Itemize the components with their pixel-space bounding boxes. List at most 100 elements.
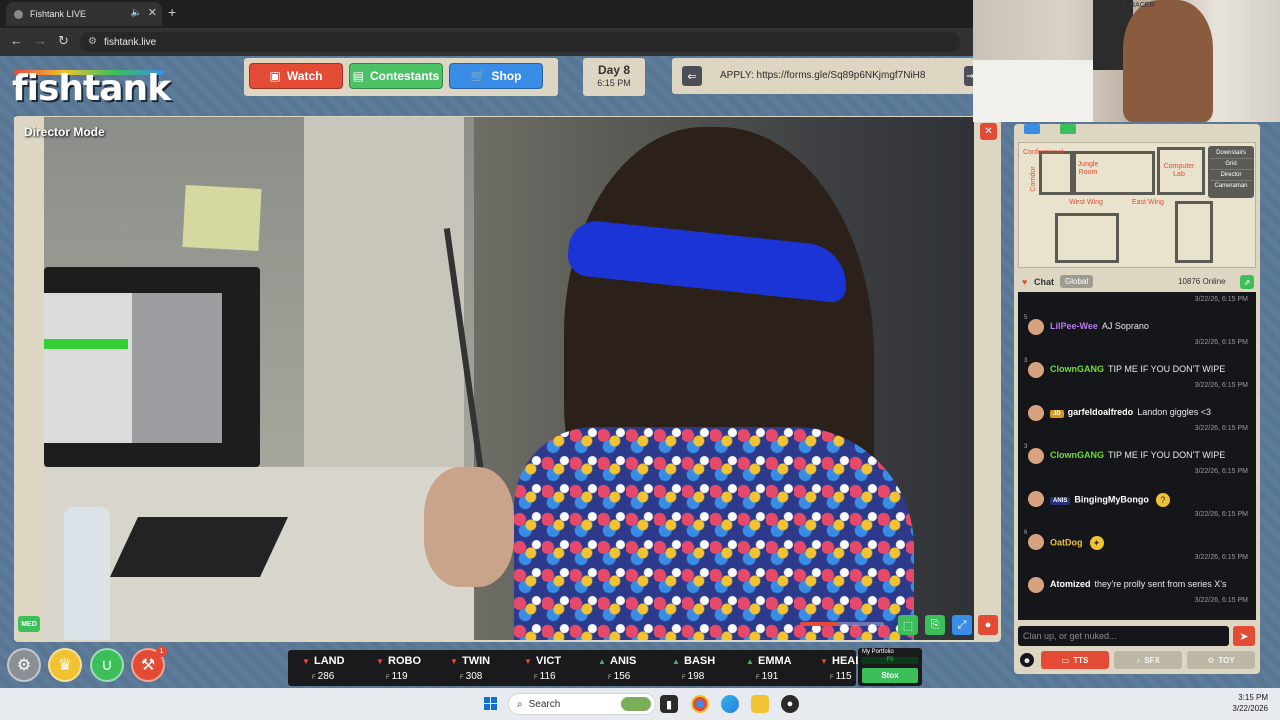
contestants-button[interactable]: ▤ Contestants bbox=[349, 63, 443, 89]
avatar[interactable] bbox=[1028, 534, 1044, 550]
stox-button[interactable]: Stox bbox=[862, 668, 918, 683]
map-room-east-wing[interactable] bbox=[1175, 201, 1213, 263]
watch-button[interactable]: ▣ Watch bbox=[249, 63, 343, 89]
send-icon[interactable]: ➤ bbox=[1233, 626, 1255, 646]
map-view-menu: Downstairs Grid Director Cameraman bbox=[1208, 146, 1254, 198]
avatar[interactable] bbox=[1028, 405, 1044, 421]
fishtank-logo[interactable]: fishtank bbox=[12, 68, 171, 109]
chat-message[interactable]: 3 ClownGANG TIP ME IF YOU DON'T WIPE 3/22/2… bbox=[1018, 442, 1256, 485]
back-arrow-icon[interactable]: ← bbox=[10, 33, 23, 48]
username[interactable]: LilPee-Wee bbox=[1050, 321, 1098, 331]
chat-expand-icon[interactable]: ⇗ bbox=[1240, 275, 1254, 289]
chat-message[interactable]: ANIS BingingMyBongo? 3/22/26, 6:15 PM bbox=[1018, 485, 1256, 528]
stock-anis[interactable]: ▲ ANIS F 156 bbox=[598, 653, 668, 685]
chat-input[interactable] bbox=[1018, 626, 1229, 646]
crown-button[interactable]: ♛ bbox=[48, 648, 82, 682]
close-player-button[interactable]: ✕ bbox=[980, 123, 997, 140]
username[interactable]: ClownGANG bbox=[1050, 364, 1104, 374]
system-clock[interactable]: 3:15 PM 3/22/2026 bbox=[1232, 692, 1268, 714]
username[interactable]: garfeldoalfredo bbox=[1068, 407, 1134, 417]
stock-price-wrap: F 119 bbox=[386, 671, 408, 682]
stock-land[interactable]: ▼ LAND F 286 bbox=[302, 653, 372, 685]
reload-icon[interactable]: ↻ bbox=[58, 33, 69, 49]
main-nav: ▣ Watch ▤ Contestants 🛒 Shop bbox=[244, 58, 558, 96]
map-option-downstairs[interactable]: Downstairs bbox=[1210, 148, 1252, 159]
url-field[interactable]: ⚙ fishtank.live bbox=[80, 32, 960, 52]
chat-message[interactable]: 6 OatDog ✦ 3/22/26, 6:15 PM bbox=[1018, 528, 1256, 571]
chat-message[interactable]: 5 LilPee-Wee AJ Soprano 3/22/26, 6:15 PM bbox=[1018, 313, 1256, 356]
live-video-feed[interactable] bbox=[44, 117, 974, 640]
app-icon[interactable]: ● bbox=[781, 695, 799, 713]
map-option-cameraman[interactable]: Cameraman bbox=[1210, 181, 1252, 192]
chat-message[interactable]: 3 ClownGANG TIP ME IF YOU DON'T WIPE 3/22/2… bbox=[1018, 356, 1256, 399]
shop-button[interactable]: 🛒 Shop bbox=[449, 63, 543, 89]
scene-monitor-panel bbox=[132, 293, 222, 443]
people-icon: ▤ bbox=[352, 69, 364, 83]
volume-slider[interactable] bbox=[800, 622, 884, 626]
forward-arrow-icon[interactable]: → bbox=[34, 33, 47, 48]
search-icon: ⌕ bbox=[517, 698, 523, 710]
cast-icon[interactable]: ⎘ bbox=[925, 615, 945, 635]
map-room-corridor[interactable] bbox=[1039, 151, 1073, 195]
chrome-icon[interactable] bbox=[691, 695, 709, 713]
username[interactable]: OatDog bbox=[1050, 537, 1083, 547]
avatar[interactable] bbox=[1028, 319, 1044, 335]
emoji-icon[interactable]: ☻ bbox=[1020, 653, 1034, 667]
browser-tab[interactable]: Fishtank LIVE 🔈 ✕ bbox=[6, 2, 162, 26]
stock-price: 191 bbox=[761, 671, 779, 682]
cart-icon: 🛒 bbox=[470, 69, 486, 83]
message-text: they're prolly sent from series X's bbox=[1094, 579, 1227, 589]
site-info-icon[interactable]: ⚙ bbox=[88, 36, 97, 47]
avatar[interactable] bbox=[1028, 491, 1044, 507]
stock-twin[interactable]: ▼ TWIN F 308 bbox=[450, 653, 520, 685]
avatar[interactable] bbox=[1028, 362, 1044, 378]
speaker-icon[interactable]: 🔈 bbox=[131, 7, 142, 18]
username[interactable]: Atomized bbox=[1050, 579, 1091, 589]
map-option-grid[interactable]: Grid bbox=[1210, 159, 1252, 170]
close-tab-icon[interactable]: ✕ bbox=[148, 6, 157, 19]
chat-scope-global[interactable]: Global bbox=[1060, 275, 1094, 288]
chat-message[interactable]: Atomized they're prolly sent from series … bbox=[1018, 571, 1256, 614]
sfx-button[interactable]: ♪ SFX bbox=[1114, 651, 1182, 669]
shop-label: Shop bbox=[491, 69, 522, 83]
record-icon[interactable]: ● bbox=[978, 615, 998, 635]
stock-robo[interactable]: ▼ ROBO F 119 bbox=[376, 653, 446, 685]
username[interactable]: BingingMyBongo bbox=[1074, 494, 1148, 504]
quality-badge[interactable]: MED bbox=[18, 616, 40, 632]
day-label: Day 8 bbox=[597, 63, 631, 77]
announcement-text[interactable]: APPLY: https://forms.gle/Sq89p6NKjmgf7Ni… bbox=[720, 70, 925, 81]
username[interactable]: ClownGANG bbox=[1050, 450, 1104, 460]
ticker-prev-button[interactable]: ⇐ bbox=[682, 66, 702, 86]
stock-bash[interactable]: ▲ BASH F 198 bbox=[672, 653, 742, 685]
fullscreen-icon[interactable]: ⤢ bbox=[952, 615, 972, 635]
tts-icon: ▭ bbox=[1061, 655, 1070, 665]
scene-hand bbox=[424, 467, 514, 587]
new-tab-icon[interactable]: + bbox=[168, 4, 176, 20]
flame-icon: ♥ bbox=[1022, 277, 1028, 287]
chat-messages[interactable]: VICTspog3/22/26, 6:15 PM 5 LilPee-WeeAJ So… bbox=[1018, 292, 1256, 620]
scene-door bbox=[304, 117, 464, 497]
edge-icon[interactable] bbox=[721, 695, 739, 713]
tts-label: TTS bbox=[1073, 655, 1089, 665]
map-option-director[interactable]: Director bbox=[1210, 170, 1252, 181]
task-view-icon[interactable]: ▮ bbox=[660, 695, 678, 713]
chat-message[interactable]: JD garfeldoalfredo Landon giggles <3 3/22/2… bbox=[1018, 399, 1256, 442]
avatar[interactable] bbox=[1028, 577, 1044, 593]
toy-button[interactable]: ⚙ TOY bbox=[1187, 651, 1255, 669]
file-explorer-icon[interactable] bbox=[751, 695, 769, 713]
message-line: ClownGANG TIP ME IF YOU DON'T WIPE bbox=[1050, 450, 1225, 460]
map-tab-blue[interactable] bbox=[1024, 124, 1040, 134]
magnet-button[interactable]: ∪ bbox=[90, 648, 124, 682]
settings-gear-button[interactable]: ⚙ bbox=[7, 648, 41, 682]
taskbar-search[interactable]: ⌕ Search bbox=[508, 693, 656, 715]
chat-message[interactable]: VICTspog3/22/26, 6:15 PM bbox=[1018, 292, 1256, 313]
map-tab-green[interactable] bbox=[1060, 124, 1076, 134]
message-timestamp: 3/22/26, 6:15 PM bbox=[1194, 339, 1248, 346]
stock-emma[interactable]: ▲ EMMA F 191 bbox=[746, 653, 816, 685]
map-room-west-wing[interactable] bbox=[1055, 213, 1119, 263]
stock-vict[interactable]: ▼ VICT F 116 bbox=[524, 653, 594, 685]
avatar[interactable] bbox=[1028, 448, 1044, 464]
windows-start-icon[interactable] bbox=[484, 697, 498, 711]
tts-button[interactable]: ▭ TTS bbox=[1041, 651, 1109, 669]
clip-button[interactable]: ⬚ bbox=[898, 615, 918, 635]
